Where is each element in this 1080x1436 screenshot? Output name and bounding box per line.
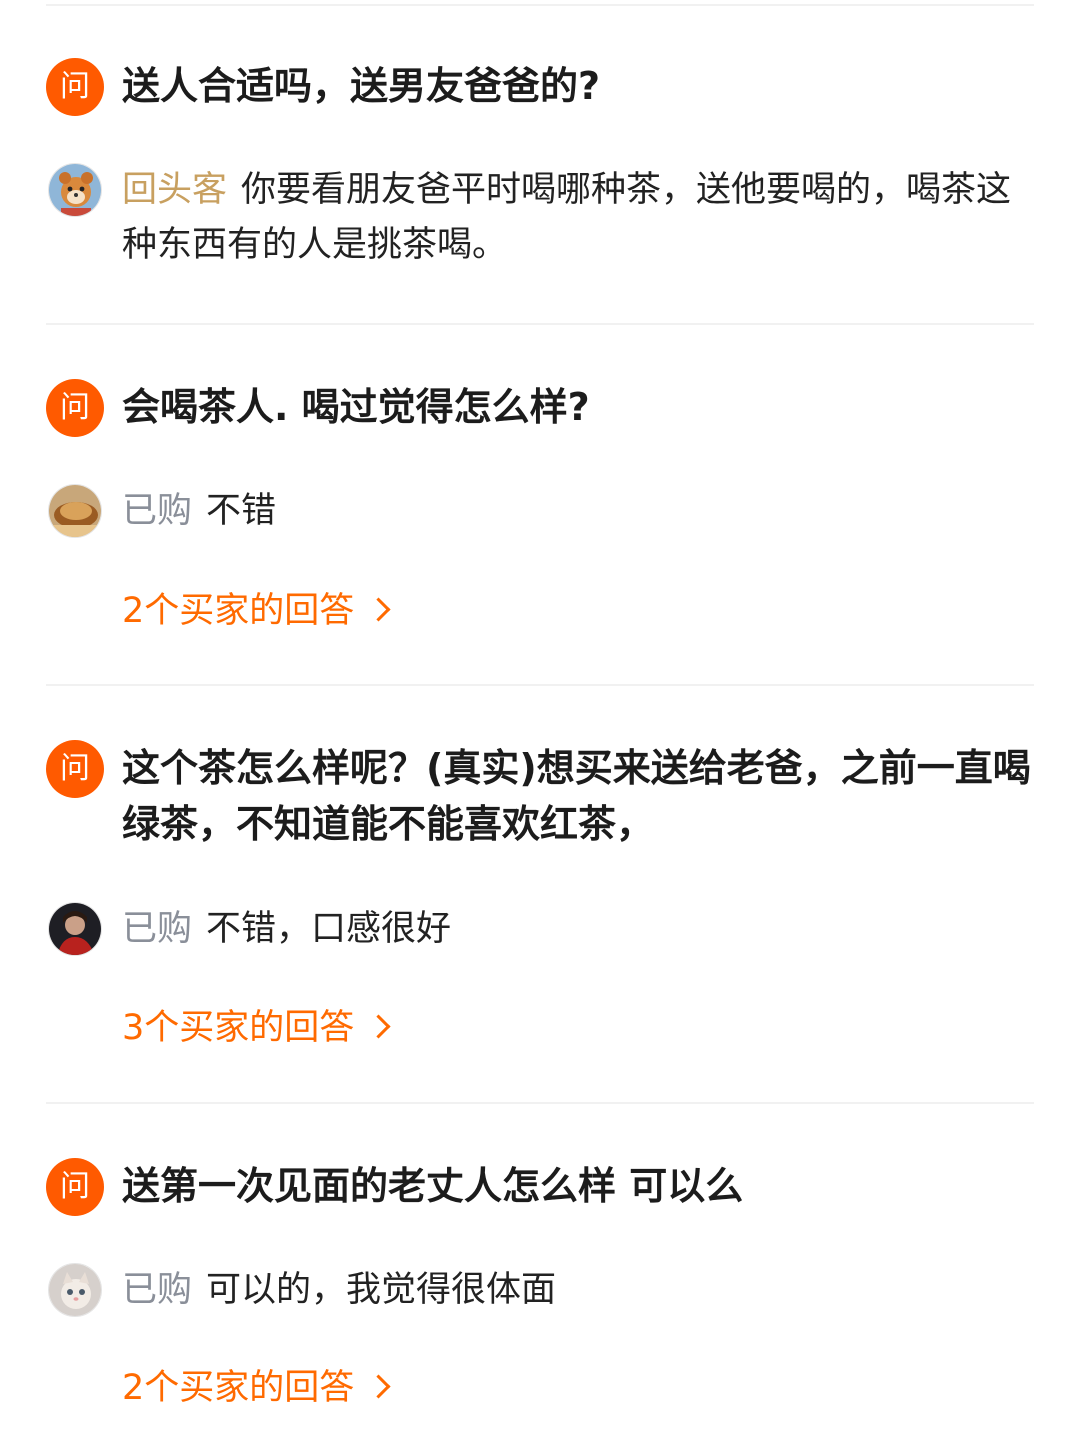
avatar: [48, 163, 102, 217]
more-answers-label: 2个买家的回答: [122, 591, 355, 631]
divider: [46, 684, 1034, 686]
question-text[interactable]: 送第一次见面的老丈人怎么样 可以么: [122, 1158, 1034, 1214]
qa-item-4[interactable]: 问 送第一次见面的老丈人怎么样 可以么 已购 可以的，我觉得很体面 2个买家的回答: [46, 1158, 1034, 1408]
question-text[interactable]: 送人合适吗，送男友爸爸的?: [122, 58, 1034, 114]
answer-text: 已购 不错，口感很好: [122, 902, 1034, 957]
answer-content: 可以的，我觉得很体面: [206, 1270, 557, 1310]
bought-tag: 已购: [122, 491, 193, 531]
answer-content: 不错: [206, 491, 277, 531]
avatar: [48, 484, 102, 538]
question-row: 问 会喝茶人. 喝过觉得怎么样?: [46, 379, 1034, 439]
answer-content: 你要看朋友爸平时喝哪种茶，送他要喝的，喝茶这种东西有的人是挑茶喝。: [122, 170, 1012, 265]
question-row: 问 这个茶怎么样呢？(真实)想买来送给老爸，之前一直喝绿茶，不知道能不能喜欢红茶…: [46, 740, 1034, 846]
question-badge-icon: 问: [46, 58, 104, 116]
answer-text: 回头客 你要看朋友爸平时喝哪种茶，送他要喝的，喝茶这种东西有的人是挑茶喝。: [122, 163, 1034, 273]
more-answers-label: 2个买家的回答: [122, 1368, 355, 1408]
qa-item-3[interactable]: 问 这个茶怎么样呢？(真实)想买来送给老爸，之前一直喝绿茶，不知道能不能喜欢红茶…: [46, 740, 1034, 1048]
more-answers-label: 3个买家的回答: [122, 1008, 355, 1048]
avatar: [48, 902, 102, 956]
bought-tag: 已购: [122, 1270, 193, 1310]
answer-content: 不错，口感很好: [206, 909, 452, 949]
answer-text: 已购 可以的，我觉得很体面: [122, 1263, 1034, 1318]
qa-list: 问 送人合适吗，送男友爸爸的? 回头客 你要看朋友爸平时喝哪种茶，送他要喝的，喝茶…: [0, 0, 1080, 1436]
divider: [46, 323, 1034, 325]
question-text[interactable]: 这个茶怎么样呢？(真实)想买来送给老爸，之前一直喝绿茶，不知道能不能喜欢红茶，: [122, 740, 1034, 852]
more-answers-link[interactable]: 2个买家的回答: [122, 1366, 391, 1410]
divider: [46, 4, 1034, 6]
question-row: 问 送人合适吗，送男友爸爸的?: [46, 58, 1034, 118]
answer-text: 已购 不错: [122, 484, 1034, 539]
qa-item-2[interactable]: 问 会喝茶人. 喝过觉得怎么样? 已购 不错 2个买家的回答: [46, 379, 1034, 631]
more-answers-link[interactable]: 2个买家的回答: [122, 589, 391, 633]
qa-item-1[interactable]: 问 送人合适吗，送男友爸爸的? 回头客 你要看朋友爸平时喝哪种茶，送他要喝的，喝茶…: [46, 58, 1034, 265]
more-answers-link[interactable]: 3个买家的回答: [122, 1006, 391, 1050]
question-text[interactable]: 会喝茶人. 喝过觉得怎么样?: [122, 379, 1034, 435]
bought-tag: 已购: [122, 909, 193, 949]
question-badge-icon: 问: [46, 1158, 104, 1216]
divider: [46, 1102, 1034, 1104]
question-badge-icon: 问: [46, 379, 104, 437]
question-badge-icon: 问: [46, 740, 104, 798]
avatar: [48, 1263, 102, 1317]
question-row: 问 送第一次见面的老丈人怎么样 可以么: [46, 1158, 1034, 1218]
chevron-right-icon: [366, 597, 391, 622]
chevron-right-icon: [366, 1014, 391, 1039]
answer-author[interactable]: 回头客: [122, 170, 227, 210]
chevron-right-icon: [366, 1374, 391, 1399]
